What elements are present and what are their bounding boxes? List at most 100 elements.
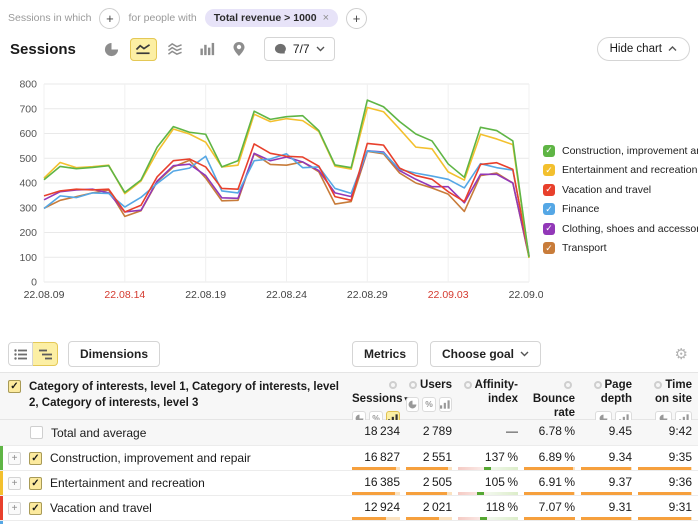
legend-item[interactable]: ✓ Transport: [543, 239, 695, 259]
metric-value-cell: 16 385: [352, 471, 406, 495]
metric-value-cell: 9.34: [581, 446, 638, 470]
metric-circle-icon[interactable]: [594, 381, 602, 389]
affinity-bar: [458, 467, 518, 470]
expand-row-button[interactable]: +: [8, 452, 21, 465]
value-bar-fill: [406, 517, 439, 520]
donut-toggle-button[interactable]: [406, 397, 419, 412]
value-bar: [406, 492, 452, 495]
metric-circle-icon[interactable]: [464, 381, 472, 389]
remove-filter-icon[interactable]: ×: [323, 12, 329, 24]
x-axis-tick-label: 22.08.19: [185, 289, 226, 301]
legend-checkbox-icon[interactable]: ✓: [543, 223, 555, 235]
metric-value-cell: 137 %: [458, 446, 524, 470]
legend-checkbox-icon[interactable]: ✓: [543, 145, 555, 157]
metric-column-headers: Sessions▾%Users%Affinity-indexBounce rat…: [352, 373, 698, 419]
legend-checkbox-icon[interactable]: ✓: [543, 242, 555, 254]
metric-value: 9:35: [638, 450, 692, 464]
row-color-stripe: [0, 471, 3, 495]
metric-value: 9.34: [581, 450, 632, 464]
value-bar-fill: [638, 467, 691, 470]
dimension-header-checkbox[interactable]: ✓: [8, 380, 21, 393]
value-bar: [638, 517, 692, 520]
metric-circle-icon[interactable]: [409, 381, 417, 389]
stacked-area-chart-type-button[interactable]: [162, 38, 189, 61]
metric-value: 2 505: [406, 475, 452, 489]
bars-toggle-icon: [440, 400, 450, 409]
value-bar: [406, 467, 452, 470]
metric-value-cell: 9:31: [638, 496, 698, 520]
legend-item[interactable]: ✓Finance: [543, 200, 695, 220]
value-bar: [638, 467, 692, 470]
pie-chart-type-button[interactable]: [98, 38, 125, 61]
legend-label: Transport: [562, 242, 607, 254]
table-row[interactable]: Total and average18 2342 789—6.78 %9.459…: [0, 420, 698, 446]
row-checkbox[interactable]: ✓: [29, 452, 42, 465]
percent-toggle-button[interactable]: %: [422, 397, 435, 412]
affinity-bar: [458, 492, 518, 495]
legend-item[interactable]: ✓Vacation and travel: [543, 180, 695, 200]
metric-circle-icon[interactable]: [654, 381, 662, 389]
list-view-button[interactable]: [8, 342, 33, 366]
table-controls: Dimensions Metrics Choose goal ⚙: [8, 340, 698, 368]
metric-circle-icon[interactable]: [389, 381, 397, 389]
value-bar-fill: [406, 467, 448, 470]
dimensions-button[interactable]: Dimensions: [68, 341, 160, 367]
add-people-condition-button[interactable]: +: [346, 8, 367, 29]
chevron-down-icon: [316, 46, 325, 52]
column-header-label: Affinity-index: [475, 379, 518, 405]
metric-value: 118 %: [458, 500, 518, 514]
column-chart-type-button[interactable]: [194, 38, 221, 61]
tree-view-button[interactable]: [33, 342, 58, 366]
metric-value: 6.91 %: [524, 475, 575, 489]
dimension-cell: +✓Vacation and travel: [0, 496, 352, 520]
row-checkbox[interactable]: ✓: [29, 477, 42, 490]
map-chart-type-button[interactable]: [226, 38, 253, 61]
add-session-condition-button[interactable]: +: [99, 8, 120, 29]
table-row[interactable]: +✓Vacation and travel12 9242 021118 %7.0…: [0, 496, 698, 521]
x-axis-tick-label: 22.09.08: [509, 289, 543, 301]
table-row[interactable]: +✓Entertainment and recreation16 3852 50…: [0, 471, 698, 496]
donut-toggle-icon: [408, 400, 417, 409]
value-bar: [638, 492, 692, 495]
row-checkbox[interactable]: [30, 426, 43, 439]
metric-value-cell: 2 021: [406, 496, 458, 520]
metric-value: 9.37: [581, 475, 632, 489]
annotations-dropdown-button[interactable]: 7/7: [264, 37, 335, 61]
value-bar-fill: [581, 517, 631, 520]
row-label: Construction, improvement and repair: [50, 451, 251, 465]
table-row[interactable]: +✓Construction, improvement and repair16…: [0, 446, 698, 471]
value-bar: [581, 467, 632, 470]
expand-row-button[interactable]: +: [8, 502, 21, 515]
y-axis-tick-label: 700: [19, 103, 37, 115]
column-header-label: Bounce rate: [533, 393, 575, 419]
hide-chart-button[interactable]: Hide chart: [597, 37, 690, 61]
metric-value-cell: 9.45: [581, 420, 638, 445]
legend-item[interactable]: ✓Clothing, shoes and accessories: [543, 219, 695, 239]
expand-row-button[interactable]: +: [8, 477, 21, 490]
legend-checkbox-icon[interactable]: ✓: [543, 184, 555, 196]
row-color-stripe: [0, 496, 3, 520]
table-settings-gear-icon[interactable]: ⚙: [675, 345, 688, 363]
choose-goal-button[interactable]: Choose goal: [430, 341, 541, 367]
filter-chip-total-revenue[interactable]: Total revenue > 1000 ×: [205, 9, 338, 27]
value-bar: [524, 492, 575, 495]
metrics-button[interactable]: Metrics: [352, 341, 418, 367]
line-chart-type-button[interactable]: [130, 38, 157, 61]
value-bar: [352, 517, 400, 520]
chevron-down-icon: [520, 351, 529, 357]
affinity-marker: [477, 492, 484, 495]
legend-checkbox-icon[interactable]: ✓: [543, 164, 555, 176]
value-bar-fill: [406, 492, 447, 495]
metric-value: 12 924: [352, 500, 400, 514]
dimension-cell: +✓Entertainment and recreation: [0, 471, 352, 495]
legend-item[interactable]: ✓Construction, improvement and repair: [543, 141, 695, 161]
legend-checkbox-icon[interactable]: ✓: [543, 203, 555, 215]
metric-value: 9.45: [581, 424, 632, 438]
row-checkbox[interactable]: ✓: [29, 502, 42, 515]
sessions-line-chart[interactable]: 010020030040050060070080022.08.0922.08.1…: [0, 72, 543, 310]
row-color-stripe: [0, 446, 3, 470]
value-bar-fill: [352, 467, 396, 470]
bars-toggle-button[interactable]: [439, 397, 452, 412]
legend-item[interactable]: ✓Entertainment and recreation: [543, 161, 695, 181]
metric-circle-icon[interactable]: [564, 381, 572, 389]
